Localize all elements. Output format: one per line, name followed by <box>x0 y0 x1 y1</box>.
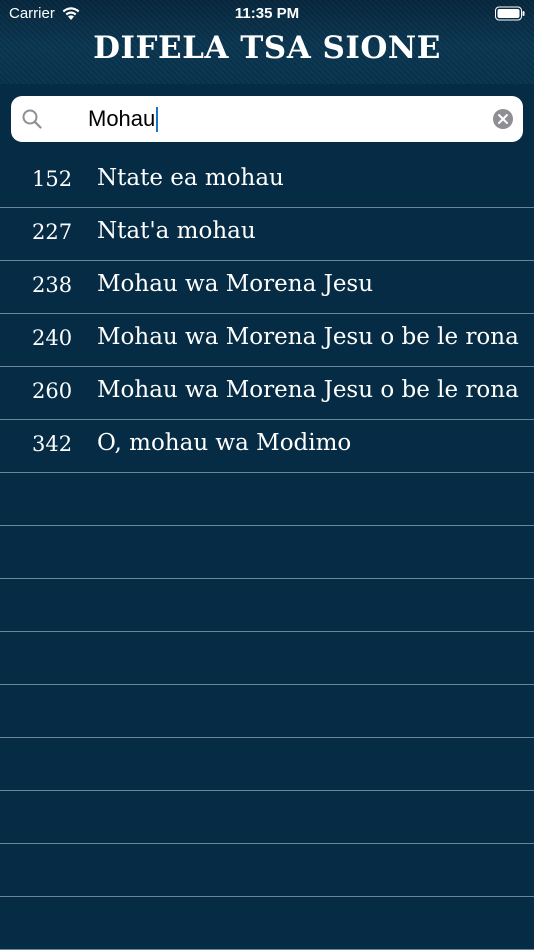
hymn-title: Ntat'a mohau <box>97 218 256 244</box>
list-item[interactable]: 342 O, mohau wa Modimo <box>0 420 534 473</box>
empty-row <box>0 685 534 738</box>
hymn-title: Mohau wa Morena Jesu <box>97 271 374 297</box>
clear-icon[interactable] <box>492 108 514 130</box>
hymn-title: Mohau wa Morena Jesu o be le rona <box>97 324 519 350</box>
hymn-number: 342 <box>32 432 73 456</box>
search-value: Mohau <box>88 106 156 131</box>
empty-row <box>0 738 534 791</box>
search-bar: Mohau <box>0 84 534 154</box>
list-item[interactable]: 227 Ntat'a mohau <box>0 208 534 261</box>
battery-icon <box>495 6 525 21</box>
search-icon <box>22 109 42 129</box>
list-item[interactable]: 238 Mohau wa Morena Jesu <box>0 261 534 314</box>
list-item[interactable]: 240 Mohau wa Morena Jesu o be le rona <box>0 314 534 367</box>
status-time: 11:35 PM <box>234 5 300 22</box>
empty-row <box>0 844 534 897</box>
search-input[interactable]: Mohau <box>11 96 523 142</box>
results-list: 152 Ntate ea mohau 227 Ntat'a mohau 238 … <box>0 155 534 950</box>
empty-row <box>0 526 534 579</box>
list-item[interactable]: 260 Mohau wa Morena Jesu o be le rona <box>0 367 534 420</box>
empty-row <box>0 473 534 526</box>
hymn-number: 227 <box>32 220 73 244</box>
hymn-title: Ntate ea mohau <box>97 165 284 191</box>
app-title: DIFELA TSA SIONE <box>93 30 441 66</box>
empty-row <box>0 791 534 844</box>
empty-row <box>0 632 534 685</box>
hymn-number: 238 <box>32 273 73 297</box>
search-text[interactable]: Mohau <box>88 106 159 132</box>
text-caret <box>156 106 159 132</box>
hymn-title: Mohau wa Morena Jesu o be le rona <box>97 377 519 403</box>
status-bar: Carrier 11:35 PM <box>0 0 534 28</box>
header: Carrier 11:35 PM DIFELA TSA SIONE <box>0 0 534 84</box>
hymn-title: O, mohau wa Modimo <box>97 430 352 456</box>
hymn-number: 152 <box>32 167 73 191</box>
empty-row <box>0 579 534 632</box>
hymn-number: 240 <box>32 326 73 350</box>
hymn-number: 260 <box>32 379 73 403</box>
empty-row <box>0 897 534 950</box>
list-item[interactable]: 152 Ntate ea mohau <box>0 155 534 208</box>
